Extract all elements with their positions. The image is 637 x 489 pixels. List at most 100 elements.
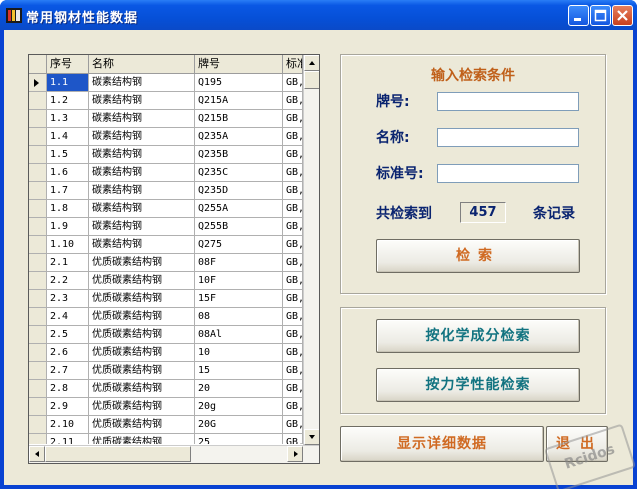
row-indicator[interactable]	[29, 128, 47, 146]
row-indicator[interactable]	[29, 254, 47, 272]
cell-name[interactable]: 优质碳素结构钢	[89, 362, 195, 380]
cell-standard[interactable]: GB,	[283, 146, 303, 164]
row-indicator[interactable]	[29, 92, 47, 110]
header-grade[interactable]: 牌号	[195, 55, 283, 74]
cell-standard[interactable]: GB,	[283, 398, 303, 416]
cell-name[interactable]: 碳素结构钢	[89, 218, 195, 236]
row-indicator[interactable]	[29, 74, 47, 92]
cell-standard[interactable]: GB,	[283, 236, 303, 254]
show-details-button[interactable]: 显示详细数据	[340, 426, 544, 462]
scroll-up-button[interactable]	[304, 55, 319, 71]
minimize-button[interactable]	[568, 5, 589, 26]
row-indicator[interactable]	[29, 200, 47, 218]
cell-seq[interactable]: 1.4	[47, 128, 89, 146]
cell-grade[interactable]: 20g	[195, 398, 283, 416]
header-seq[interactable]: 序号	[47, 55, 89, 74]
row-indicator[interactable]	[29, 416, 47, 434]
cell-grade[interactable]: 15	[195, 362, 283, 380]
mechanical-search-button[interactable]: 按力学性能检索	[376, 368, 580, 402]
row-indicator[interactable]	[29, 434, 47, 444]
cell-seq[interactable]: 1.3	[47, 110, 89, 128]
cell-standard[interactable]: GB,	[283, 326, 303, 344]
cell-seq[interactable]: 2.10	[47, 416, 89, 434]
search-button[interactable]: 检索	[376, 239, 580, 273]
cell-standard[interactable]: GB,	[283, 344, 303, 362]
cell-standard[interactable]: GB,	[283, 272, 303, 290]
cell-standard[interactable]: GB,	[283, 362, 303, 380]
cell-grade[interactable]: Q255A	[195, 200, 283, 218]
cell-seq[interactable]: 1.5	[47, 146, 89, 164]
cell-standard[interactable]: GB,	[283, 128, 303, 146]
header-standard[interactable]: 标准	[283, 55, 303, 74]
cell-grade[interactable]: Q235D	[195, 182, 283, 200]
table-row[interactable]: 2.8 优质碳素结构钢 20 GB,	[29, 380, 303, 398]
cell-name[interactable]: 碳素结构钢	[89, 182, 195, 200]
cell-standard[interactable]: GB,	[283, 182, 303, 200]
table-row[interactable]: 2.1 优质碳素结构钢 08F GB,	[29, 254, 303, 272]
cell-grade[interactable]: 10F	[195, 272, 283, 290]
cell-seq[interactable]: 2.8	[47, 380, 89, 398]
table-row[interactable]: 2.10 优质碳素结构钢 20G GB,	[29, 416, 303, 434]
horizontal-scroll-thumb[interactable]	[45, 446, 191, 462]
cell-name[interactable]: 优质碳素结构钢	[89, 308, 195, 326]
row-indicator[interactable]	[29, 146, 47, 164]
row-indicator[interactable]	[29, 290, 47, 308]
table-row[interactable]: 1.9 碳素结构钢 Q255B GB,	[29, 218, 303, 236]
row-indicator[interactable]	[29, 308, 47, 326]
cell-name[interactable]: 优质碳素结构钢	[89, 380, 195, 398]
cell-standard[interactable]: GB,	[283, 218, 303, 236]
row-indicator[interactable]	[29, 272, 47, 290]
cell-grade[interactable]: 25	[195, 434, 283, 444]
grade-input[interactable]	[437, 92, 579, 111]
table-row[interactable]: 2.3 优质碳素结构钢 15F GB,	[29, 290, 303, 308]
chemical-search-button[interactable]: 按化学成分检索	[376, 319, 580, 353]
cell-standard[interactable]: GB,	[283, 380, 303, 398]
cell-seq[interactable]: 1.9	[47, 218, 89, 236]
row-indicator[interactable]	[29, 164, 47, 182]
cell-grade[interactable]: 08Al	[195, 326, 283, 344]
cell-grade[interactable]: 20G	[195, 416, 283, 434]
cell-seq[interactable]: 2.1	[47, 254, 89, 272]
cell-standard[interactable]: GB,	[283, 434, 303, 444]
row-indicator[interactable]	[29, 236, 47, 254]
horizontal-scrollbar[interactable]	[29, 445, 319, 463]
cell-name[interactable]: 优质碳素结构钢	[89, 254, 195, 272]
table-row[interactable]: 2.6 优质碳素结构钢 10 GB,	[29, 344, 303, 362]
row-indicator[interactable]	[29, 182, 47, 200]
table-row[interactable]: 2.2 优质碳素结构钢 10F GB,	[29, 272, 303, 290]
scroll-right-button[interactable]	[287, 446, 303, 462]
row-indicator[interactable]	[29, 326, 47, 344]
cell-grade[interactable]: Q235A	[195, 128, 283, 146]
cell-grade[interactable]: Q215B	[195, 110, 283, 128]
table-row[interactable]: 1.7 碳素结构钢 Q235D GB,	[29, 182, 303, 200]
name-input[interactable]	[437, 128, 579, 147]
cell-seq[interactable]: 1.6	[47, 164, 89, 182]
cell-standard[interactable]: GB,	[283, 164, 303, 182]
cell-name[interactable]: 优质碳素结构钢	[89, 344, 195, 362]
cell-grade[interactable]: Q235B	[195, 146, 283, 164]
cell-standard[interactable]: GB,	[283, 254, 303, 272]
vertical-scrollbar[interactable]	[303, 55, 319, 445]
table-row[interactable]: 1.2 碳素结构钢 Q215A GB,	[29, 92, 303, 110]
cell-seq[interactable]: 2.11	[47, 434, 89, 444]
scroll-left-button[interactable]	[29, 446, 45, 462]
cell-seq[interactable]: 2.2	[47, 272, 89, 290]
cell-seq[interactable]: 2.7	[47, 362, 89, 380]
cell-seq[interactable]: 2.5	[47, 326, 89, 344]
table-row[interactable]: 1.8 碳素结构钢 Q255A GB,	[29, 200, 303, 218]
cell-grade[interactable]: 10	[195, 344, 283, 362]
cell-name[interactable]: 碳素结构钢	[89, 92, 195, 110]
cell-grade[interactable]: 15F	[195, 290, 283, 308]
cell-seq[interactable]: 2.6	[47, 344, 89, 362]
close-button[interactable]	[612, 5, 633, 26]
cell-name[interactable]: 碳素结构钢	[89, 128, 195, 146]
cell-seq[interactable]: 2.3	[47, 290, 89, 308]
header-name[interactable]: 名称	[89, 55, 195, 74]
scroll-down-button[interactable]	[304, 429, 319, 445]
cell-seq[interactable]: 1.8	[47, 200, 89, 218]
cell-name[interactable]: 碳素结构钢	[89, 146, 195, 164]
cell-grade[interactable]: 08F	[195, 254, 283, 272]
title-bar[interactable]: 常用钢材性能数据	[0, 0, 637, 30]
row-indicator[interactable]	[29, 218, 47, 236]
cell-standard[interactable]: GB,	[283, 290, 303, 308]
